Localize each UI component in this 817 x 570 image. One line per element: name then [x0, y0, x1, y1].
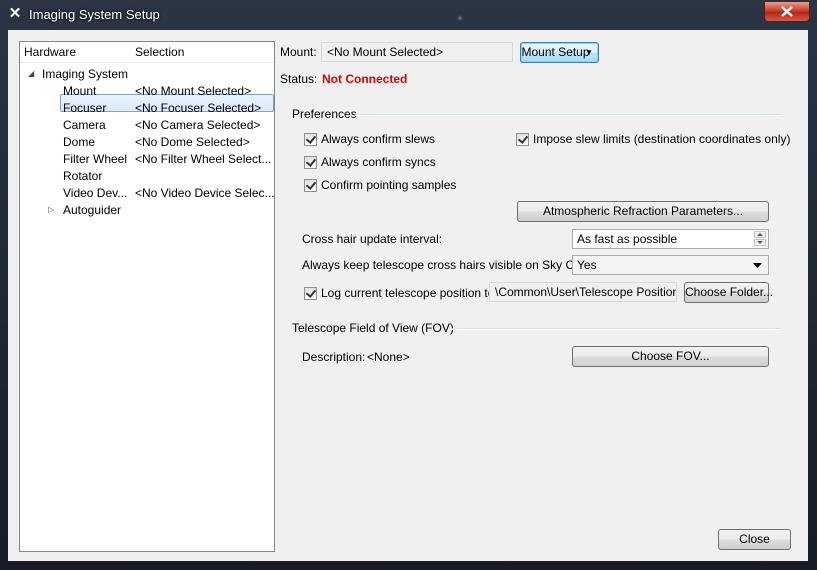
preferences-group-title: Preferences — [292, 107, 357, 121]
app-logo-icon: ✕ — [8, 5, 22, 22]
mount-setup-button[interactable]: Mount Setup ▼ — [520, 42, 599, 63]
preferences-divider — [355, 114, 780, 116]
tree-item-value[interactable]: <No Camera Selected> — [135, 117, 260, 133]
spin-buttons[interactable] — [754, 231, 767, 247]
spin-down-icon[interactable] — [754, 239, 766, 246]
choose-fov-button[interactable]: Choose FOV... — [572, 346, 769, 367]
tree-item-value[interactable]: <No Video Device Selec... — [135, 185, 275, 201]
tree-header: Hardware Selection — [20, 42, 274, 63]
tree-item-name[interactable]: Video Dev... — [63, 185, 127, 201]
status-label: Status: — [280, 72, 318, 86]
mount-setup-label: Mount Setup — [521, 45, 590, 59]
impose-slew-limits-label[interactable]: Impose slew limits (destination coordina… — [533, 132, 790, 147]
hardware-tree[interactable]: Hardware Selection ◢ Imaging System Moun… — [19, 41, 275, 552]
collapse-arrow-icon[interactable]: ◢ — [28, 69, 34, 78]
keep-visible-dropdown[interactable]: Yes — [572, 255, 769, 275]
confirm-pointing-label[interactable]: Confirm pointing samples — [321, 178, 456, 193]
tree-item-name[interactable]: Filter Wheel — [63, 151, 127, 167]
log-position-label[interactable]: Log current telescope position to: — [321, 286, 498, 301]
keep-visible-label: Always keep telescope cross hairs visibl… — [302, 258, 599, 272]
dialog-body: Hardware Selection ◢ Imaging System Moun… — [8, 30, 808, 561]
spin-up-icon[interactable] — [754, 231, 766, 238]
tree-item-name[interactable]: Dome — [63, 134, 95, 150]
tree-item-value[interactable]: <No Dome Selected> — [135, 134, 250, 150]
fov-description-label: Description: — [302, 350, 366, 364]
tree-item-name[interactable]: Focuser — [63, 100, 106, 116]
close-button[interactable]: Close — [718, 529, 791, 550]
log-position-checkbox[interactable] — [304, 287, 317, 300]
column-header-selection[interactable]: Selection — [135, 45, 184, 59]
always-confirm-syncs-label[interactable]: Always confirm syncs — [321, 155, 436, 170]
confirm-pointing-checkbox[interactable] — [304, 179, 317, 192]
log-path-field: \Common\User\Telescope Position.txt — [489, 282, 677, 302]
crosshair-interval-label: Cross hair update interval: — [302, 232, 443, 246]
tree-root-imaging-system[interactable]: Imaging System — [42, 66, 128, 82]
tree-item-name[interactable]: Camera — [63, 117, 106, 133]
mount-name-field: <No Mount Selected> — [321, 42, 513, 62]
expand-arrow-icon[interactable]: ▷ — [48, 205, 54, 214]
fov-description-value: <None> — [367, 350, 410, 364]
tree-item-name[interactable]: Mount — [63, 83, 96, 99]
close-icon — [781, 6, 793, 17]
always-confirm-syncs-checkbox[interactable] — [304, 156, 317, 169]
dialog-window: ✕ Imaging System Setup Hardware Selectio… — [0, 0, 817, 570]
impose-slew-limits-checkbox[interactable] — [516, 133, 529, 146]
crosshair-interval-value: As fast as possible — [577, 232, 678, 246]
tree-item-value[interactable]: <No Filter Wheel Select... — [135, 151, 271, 167]
window-title: Imaging System Setup — [29, 7, 160, 22]
fov-divider — [449, 328, 780, 330]
column-header-hardware[interactable]: Hardware — [24, 45, 76, 59]
always-confirm-slews-checkbox[interactable] — [304, 133, 317, 146]
tree-item-value[interactable]: <No Focuser Selected> — [135, 100, 261, 116]
always-confirm-slews-label[interactable]: Always confirm slews — [321, 132, 435, 147]
keep-visible-value: Yes — [577, 258, 597, 272]
tree-item-autoguider[interactable]: Autoguider — [63, 202, 121, 218]
status-value: Not Connected — [322, 72, 408, 86]
mount-label: Mount: — [280, 45, 317, 59]
window-close-button[interactable] — [764, 1, 810, 22]
fov-group-title: Telescope Field of View (FOV) — [292, 321, 454, 335]
dropdown-arrow-icon — [753, 263, 762, 268]
title-bar[interactable]: ✕ Imaging System Setup — [0, 0, 817, 30]
choose-folder-button[interactable]: Choose Folder... — [684, 282, 773, 303]
refraction-parameters-button[interactable]: Atmospheric Refraction Parameters... — [517, 201, 769, 222]
dropdown-arrow-icon: ▼ — [585, 48, 593, 57]
tree-item-name[interactable]: Rotator — [63, 168, 102, 184]
crosshair-interval-spinbox[interactable]: As fast as possible — [572, 229, 769, 249]
tree-item-value[interactable]: <No Mount Selected> — [135, 83, 251, 99]
